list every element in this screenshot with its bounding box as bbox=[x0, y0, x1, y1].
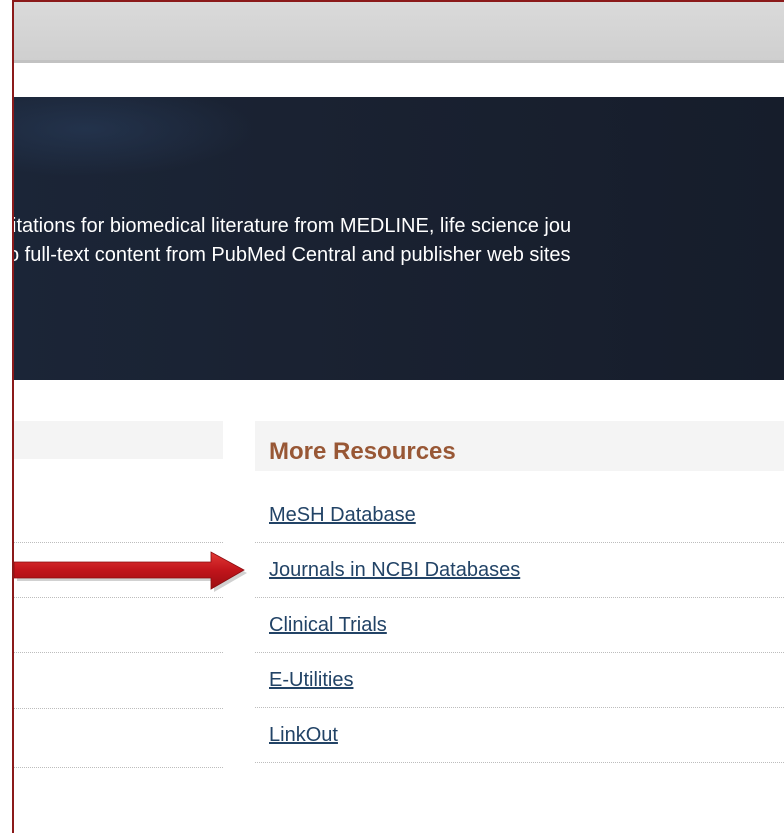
e-utilities-link[interactable]: E-Utilities bbox=[269, 669, 353, 692]
pubmed-banner: itations for biomedical literature from … bbox=[14, 97, 784, 380]
more-resources-title: More Resources bbox=[269, 438, 456, 465]
left-column-divider bbox=[14, 652, 223, 653]
red-arrow-icon bbox=[14, 551, 247, 592]
list-item: Journals in NCBI Databases bbox=[255, 543, 784, 598]
left-column-header bbox=[14, 421, 223, 459]
list-item: LinkOut bbox=[255, 708, 784, 763]
banner-glow bbox=[14, 97, 254, 177]
list-item: Clinical Trials bbox=[255, 598, 784, 653]
left-column-divider bbox=[14, 542, 223, 543]
annotation-frame-left bbox=[12, 0, 14, 833]
journals-in-ncbi-databases-link[interactable]: Journals in NCBI Databases bbox=[269, 559, 520, 582]
more-resources-header: More Resources bbox=[255, 421, 784, 471]
clinical-trials-link[interactable]: Clinical Trials bbox=[269, 614, 387, 637]
list-item: MeSH Database bbox=[255, 488, 784, 543]
annotation-frame-top bbox=[12, 0, 784, 2]
banner-description-line-1: itations for biomedical literature from … bbox=[14, 215, 572, 237]
linkout-link[interactable]: LinkOut bbox=[269, 724, 338, 747]
left-column-divider bbox=[14, 708, 223, 709]
mesh-database-link[interactable]: MeSH Database bbox=[269, 504, 416, 527]
browser-toolbar bbox=[14, 2, 784, 63]
banner-description-line-2: o full-text content from PubMed Central … bbox=[14, 244, 571, 266]
list-item: E-Utilities bbox=[255, 653, 784, 708]
left-column-divider bbox=[14, 767, 223, 768]
